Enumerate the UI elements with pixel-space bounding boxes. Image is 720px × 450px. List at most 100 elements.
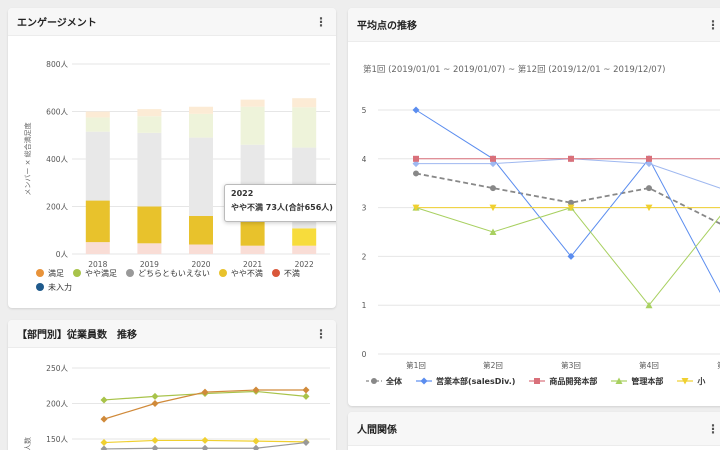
bar-segment (240, 99, 265, 107)
kebab-menu-icon[interactable]: ⋮ (315, 327, 327, 341)
data-point (490, 185, 496, 192)
average-title: 平均点の推移 (357, 21, 417, 32)
legend-label: 未入力 (48, 282, 72, 292)
legend-item[interactable]: 営業本部(salesDiv.) (416, 374, 515, 388)
y-tick-label: 400人 (46, 155, 68, 164)
dept-headcount-chart: 150人 200人 250人人数 (23, 364, 330, 450)
data-point (646, 155, 652, 162)
bar-segment (292, 228, 317, 246)
engagement-card-header: エンゲージメント ⋮ (8, 8, 336, 36)
legend-label: どちらともいえない (138, 268, 210, 278)
bar-segment (137, 109, 162, 117)
kebab-menu-icon[interactable]: ⋮ (315, 15, 327, 29)
data-point (302, 386, 310, 394)
legend-swatch (36, 269, 44, 277)
average-legend: 全体 営業本部(salesDiv.) 商品開発本部 管理本部 小 (366, 374, 720, 388)
y-axis-label: 人数 (23, 437, 32, 450)
engagement-title: エンゲージメント (17, 18, 97, 29)
bar-segment (85, 117, 110, 132)
legend-item[interactable]: 未入力 (36, 280, 72, 294)
bar-segment (292, 107, 317, 148)
y-tick-label: 600人 (46, 108, 68, 117)
bar-segment (137, 206, 162, 244)
legend-swatch (366, 378, 382, 384)
data-point (646, 185, 652, 192)
legend-swatch (36, 283, 44, 291)
dept-title: 【部門別】従業員数 推移 (17, 330, 137, 341)
x-tick-label: 第4回 (639, 360, 659, 370)
y-tick-label: 0人 (56, 250, 69, 259)
legend-item[interactable]: やや不満 (218, 266, 263, 280)
legend-swatch (271, 269, 280, 277)
bar-segment (137, 132, 162, 207)
bar-segment (189, 216, 213, 245)
data-point (151, 392, 159, 400)
data-point (201, 436, 209, 444)
legend-item[interactable]: 管理本部 (611, 374, 663, 388)
legend-marker (371, 378, 377, 384)
legend-label: 商品開発本部 (549, 376, 598, 386)
data-point (252, 444, 260, 450)
data-point (151, 444, 159, 450)
data-point (100, 415, 108, 423)
bar-segment (85, 200, 110, 243)
legend-marker (534, 378, 541, 384)
legend-item[interactable]: 不満 (271, 266, 300, 280)
relations-card: 人間関係 ⋮ (348, 412, 720, 450)
data-point (302, 439, 310, 447)
data-point (151, 436, 159, 444)
legend-label: 小 (697, 376, 706, 386)
relations-card-header: 人間関係 ⋮ (348, 412, 720, 446)
y-tick-label: 2 (362, 252, 367, 261)
series-line (416, 158, 720, 189)
legend-label: やや不満 (230, 268, 263, 278)
dept-headcount-card: 【部門別】従業員数 推移 ⋮ 150人 200人 250人 人数 (8, 320, 336, 450)
legend-swatch (611, 377, 628, 384)
data-point (100, 439, 108, 447)
data-point (413, 170, 419, 177)
x-tick-label: 第1回 (406, 360, 426, 370)
legend-label: 管理本部 (631, 376, 664, 386)
data-point (568, 155, 574, 162)
legend-swatch (416, 377, 432, 385)
legend-item[interactable]: 小 (677, 374, 705, 388)
y-tick-label: 250人 (46, 364, 68, 373)
legend-label: 営業本部(salesDiv.) (436, 376, 516, 386)
kebab-menu-icon[interactable]: ⋮ (707, 18, 719, 32)
y-tick-label: 1 (362, 301, 367, 310)
bar-segment (240, 245, 265, 254)
bar-segment (137, 116, 162, 133)
kebab-menu-icon[interactable]: ⋮ (707, 422, 719, 436)
legend-item[interactable]: どちらともいえない (126, 266, 210, 280)
bar-segment (137, 243, 162, 254)
legend-label: 不満 (283, 268, 300, 278)
engagement-card: エンゲージメント ⋮ 0人 200人 400人 600人 800人 メンバー × 総合満足… (8, 8, 336, 308)
legend-item[interactable]: 満足 (36, 266, 64, 280)
legend-label: やや満足 (85, 268, 117, 278)
engagement-chart: 0人200人400人600人800人メンバー × 総合満足度2018 2019 20… (23, 60, 330, 269)
legend-item[interactable]: 全体 (366, 374, 402, 388)
tooltip-year: 2022 (231, 189, 254, 198)
legend-swatch (73, 269, 81, 277)
data-point (302, 392, 310, 400)
bar-segment (240, 106, 265, 145)
data-point (413, 155, 419, 162)
bar-segment (85, 242, 110, 254)
data-point (100, 396, 108, 404)
bar-segment (292, 245, 317, 254)
data-point (412, 106, 420, 114)
bar-segment (85, 131, 110, 201)
legend-item[interactable]: 商品開発本部 (529, 374, 597, 388)
relations-title: 人間関係 (357, 425, 397, 436)
engagement-tooltip: 2022 やや不満 73人(合計656人) (224, 184, 336, 222)
average-score-card: 平均点の推移 ⋮ 第1回 (2019/01/01 ~ 2019/01/07) ~… (348, 8, 720, 406)
legend-swatch (218, 269, 227, 277)
legend-item[interactable]: やや満足 (73, 266, 117, 280)
y-tick-label: 200人 (46, 203, 68, 212)
bar-segment (189, 137, 213, 216)
dept-card-header: 【部門別】従業員数 推移 ⋮ (8, 320, 336, 348)
x-tick-label: 第2回 (483, 360, 503, 370)
y-tick-label: 5 (362, 106, 367, 115)
y-tick-label: 200人 (46, 400, 68, 409)
bar-segment (189, 244, 213, 254)
